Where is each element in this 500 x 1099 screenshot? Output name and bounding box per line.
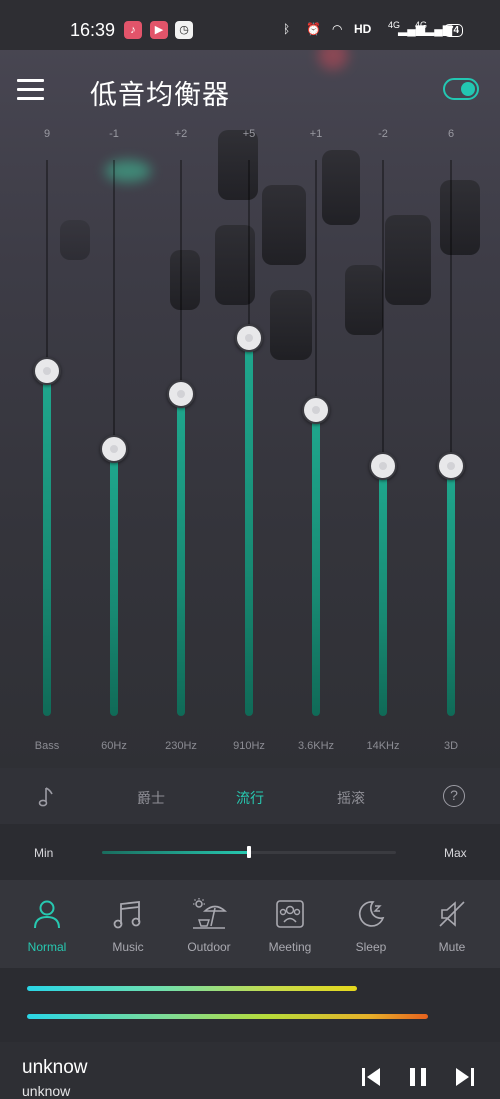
mode-label: Sleep — [355, 940, 387, 954]
eq-band-7: 6 3D — [421, 120, 481, 760]
battery-indicator: 74 — [444, 24, 464, 37]
band-frequency-label: 3.6KHz — [297, 740, 335, 752]
band-gain-label: +5 — [242, 128, 256, 140]
band-gain-label: +2 — [174, 128, 188, 140]
band-level-fill — [312, 410, 320, 716]
wifi-icon: ◠ — [332, 22, 343, 36]
volume-control: Min Max — [0, 824, 500, 880]
spectrum-visualizer — [0, 968, 500, 1042]
band-gain-label: 9 — [43, 128, 51, 140]
band-level-fill — [447, 465, 455, 716]
band-level-fill — [379, 465, 387, 716]
preset-pop[interactable]: 流行 — [236, 788, 264, 808]
band-level-fill — [110, 449, 118, 716]
volume-thumb[interactable] — [247, 846, 251, 858]
band-level-fill — [177, 393, 185, 716]
spectrum-bar-2 — [27, 1014, 429, 1019]
eq-band-6: -2 14KHz — [353, 120, 413, 760]
hd-label: HD — [354, 22, 372, 36]
menu-icon-line — [17, 97, 44, 100]
band-slider-thumb[interactable] — [100, 435, 128, 464]
menu-icon-line — [17, 88, 44, 91]
mode-label: Meeting — [268, 940, 312, 954]
band-level-fill — [43, 371, 51, 716]
band-frequency-label: 14KHz — [366, 740, 400, 752]
status-time: 16:39 — [70, 20, 116, 40]
menu-button[interactable] — [17, 79, 44, 101]
eq-band-1: 9 Bass — [17, 120, 77, 760]
band-frequency-label: 230Hz — [165, 740, 197, 752]
music-app-notification-icon: ♪ — [124, 21, 142, 39]
status-bar: 16:39 ♪ ▶ ◷ ᛒ ⏰ ◠ HD 4G ▂▄▆ 4G ▂▄▆ 74 — [0, 0, 500, 50]
volume-min-label: Min — [34, 846, 54, 860]
preset-jazz[interactable]: 爵士 — [137, 788, 165, 808]
sound-mode-bar: Normal Music Outdoor Meeting Sleep Mute — [0, 880, 500, 968]
pause-icon[interactable] — [407, 1066, 429, 1088]
band-gain-label: +1 — [309, 128, 323, 140]
mute-icon — [439, 901, 465, 927]
bluetooth-icon: ᛒ — [283, 22, 291, 36]
eq-band-3: +2 230Hz — [151, 120, 211, 760]
volume-slider[interactable] — [102, 846, 396, 858]
equalizer-power-toggle[interactable] — [443, 78, 479, 100]
band-gain-label: -2 — [378, 128, 388, 140]
track-artist: unknow — [22, 1083, 71, 1099]
mode-label: Mute — [438, 940, 466, 954]
mode-meeting[interactable]: Meeting — [254, 894, 326, 964]
eq-band-4: +5 910Hz — [219, 120, 279, 760]
mode-mute[interactable]: Mute — [416, 894, 488, 964]
band-frequency-label: 910Hz — [233, 740, 265, 752]
eq-band-5: +1 3.6KHz — [286, 120, 346, 760]
music-note-icon[interactable] — [36, 786, 56, 808]
meeting-icon — [276, 900, 304, 928]
previous-track-icon[interactable] — [360, 1066, 382, 1088]
mode-outdoor[interactable]: Outdoor — [173, 894, 245, 964]
page-title: 低音均衡器 — [90, 80, 230, 110]
app-header: 低音均衡器 — [0, 60, 500, 120]
band-slider-thumb[interactable] — [33, 357, 61, 386]
preset-rock[interactable]: 摇滚 — [337, 788, 365, 808]
menu-icon-line — [17, 79, 44, 82]
mini-player: unknow unknow — [0, 1042, 500, 1099]
band-slider-thumb[interactable] — [369, 451, 397, 480]
moon-icon — [358, 901, 385, 927]
eq-band-2: -1 60Hz — [84, 120, 144, 760]
mode-label: Normal — [27, 940, 67, 954]
music-note-icon — [113, 900, 141, 929]
help-button[interactable]: ? — [443, 785, 465, 807]
band-frequency-label: 60Hz — [101, 740, 127, 752]
band-slider-thumb[interactable] — [235, 323, 263, 352]
video-app-notification-icon: ▶ — [150, 21, 168, 39]
volume-fill — [102, 851, 249, 854]
mode-label: Outdoor — [187, 940, 231, 954]
person-icon — [34, 900, 60, 929]
band-gain-label: -1 — [109, 128, 119, 140]
band-frequency-label: 3D — [443, 740, 459, 752]
band-level-fill — [245, 337, 253, 716]
band-slider-thumb[interactable] — [302, 396, 330, 425]
mode-normal[interactable]: Normal — [11, 894, 83, 964]
preset-bar: 爵士 流行 摇滚 — [0, 768, 500, 824]
calendar-app-notification-icon: ◷ — [175, 21, 193, 39]
mode-sleep[interactable]: Sleep — [335, 894, 407, 964]
beach-umbrella-icon — [193, 898, 227, 929]
toggle-knob — [461, 82, 475, 96]
band-frequency-label: Bass — [34, 740, 60, 752]
band-slider-thumb[interactable] — [437, 451, 465, 480]
mode-label: Music — [112, 940, 144, 954]
next-track-icon[interactable] — [454, 1066, 476, 1088]
mode-music[interactable]: Music — [92, 894, 164, 964]
band-slider-thumb[interactable] — [167, 379, 195, 408]
alarm-icon: ⏰ — [306, 22, 321, 36]
track-title: unknow — [22, 1057, 88, 1078]
volume-max-label: Max — [444, 846, 467, 860]
spectrum-bar-1 — [27, 986, 358, 991]
band-gain-label: 6 — [447, 128, 455, 140]
